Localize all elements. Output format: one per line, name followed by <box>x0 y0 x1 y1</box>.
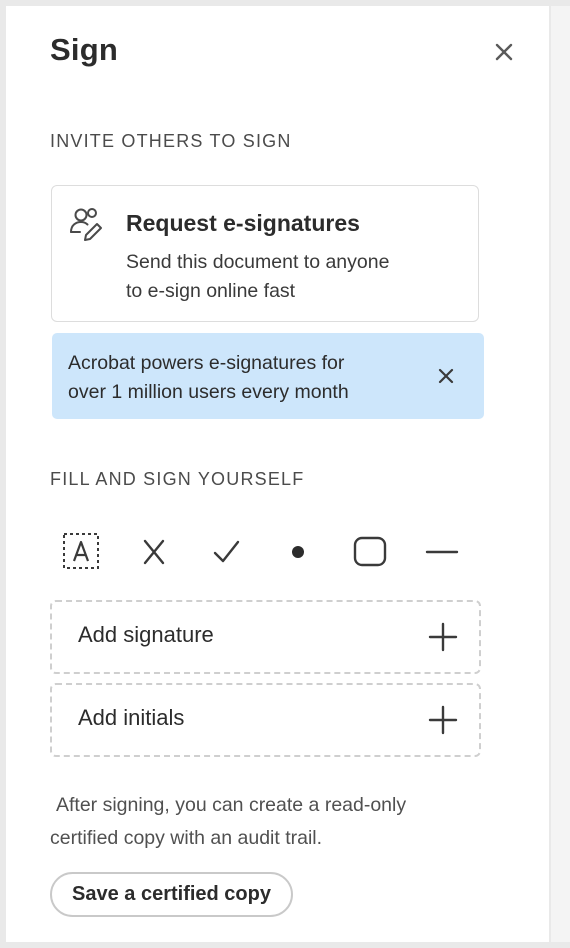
plus-icon <box>428 622 458 652</box>
save-certified-copy-button[interactable]: Save a certified copy <box>50 872 293 917</box>
request-esignatures-card[interactable]: Request e-signatures Send this document … <box>51 185 479 322</box>
request-esignatures-description: Send this document to anyone to e-sign o… <box>126 248 456 306</box>
line-icon <box>425 550 459 554</box>
close-icon <box>495 43 513 61</box>
line-tool[interactable] <box>420 530 464 574</box>
text-field-icon <box>63 533 99 569</box>
add-text-tool[interactable] <box>60 530 104 574</box>
cross-mark-tool[interactable] <box>132 530 176 574</box>
fill-section-label: FILL AND SIGN YOURSELF <box>50 469 305 489</box>
info-banner-text: Acrobat powers e-signatures for over 1 m… <box>68 349 398 407</box>
certified-copy-note-line: certified copy with an audit trail. <box>50 827 323 849</box>
description-line: Send this document to anyone <box>126 251 390 273</box>
close-icon <box>438 368 454 384</box>
add-initials-button[interactable]: Add initials <box>50 683 481 757</box>
invite-section-label: INVITE OTHERS TO SIGN <box>50 131 292 151</box>
description-line: to e-sign online fast <box>126 280 296 302</box>
request-esignatures-title: Request e-signatures <box>126 210 360 236</box>
plus-icon <box>428 705 458 735</box>
info-banner-line: over 1 million users every month <box>68 381 349 403</box>
checkmark-icon <box>213 540 240 563</box>
info-banner: Acrobat powers e-signatures for over 1 m… <box>52 333 484 419</box>
add-signature-button[interactable]: Add signature <box>50 600 481 674</box>
rectangle-tool[interactable] <box>348 530 392 574</box>
people-sign-icon <box>70 208 102 241</box>
info-banner-line: Acrobat powers e-signatures for <box>68 352 345 374</box>
dot-icon <box>292 546 304 558</box>
certified-copy-note-line: After signing, you can create a read-onl… <box>56 794 407 816</box>
certified-copy-note: After signing, you can create a read-onl… <box>50 789 470 855</box>
rounded-rectangle-icon <box>353 536 387 567</box>
panel-scroll-edge <box>551 6 570 942</box>
dot-tool[interactable] <box>276 530 320 574</box>
sign-panel: Sign INVITE OTHERS TO SIGN Request e-sig… <box>6 6 549 942</box>
close-panel-button[interactable] <box>490 38 518 66</box>
dismiss-banner-button[interactable] <box>434 364 458 388</box>
panel-title: Sign <box>50 32 118 67</box>
add-initials-label: Add initials <box>78 705 185 730</box>
cross-mark-icon <box>143 539 165 565</box>
add-signature-label: Add signature <box>78 622 214 647</box>
checkmark-tool[interactable] <box>204 530 248 574</box>
